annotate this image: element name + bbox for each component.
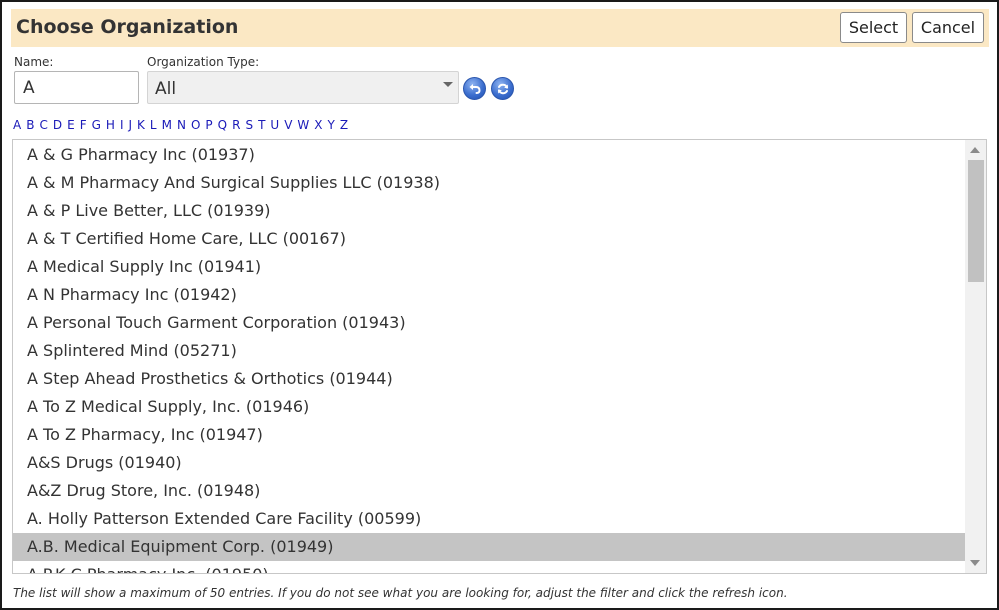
alphabet-link-e[interactable]: E	[67, 118, 75, 132]
name-label: Name:	[14, 55, 54, 69]
list-item[interactable]: A To Z Medical Supply, Inc. (01946)	[13, 393, 966, 421]
list-item[interactable]: A To Z Pharmacy, Inc (01947)	[13, 421, 966, 449]
alphabet-link-o[interactable]: O	[191, 118, 200, 132]
name-input[interactable]	[14, 71, 139, 104]
alphabet-filter: ABCDEFGHIJKLMNOPQRSTUVWXYZ	[13, 118, 353, 134]
alphabet-link-n[interactable]: N	[177, 118, 186, 132]
alphabet-link-f[interactable]: F	[80, 118, 87, 132]
alphabet-link-w[interactable]: W	[297, 118, 309, 132]
list-item[interactable]: A Splintered Mind (05271)	[13, 337, 966, 365]
alphabet-link-c[interactable]: C	[39, 118, 47, 132]
alphabet-link-x[interactable]: X	[314, 118, 322, 132]
alphabet-link-r[interactable]: R	[232, 118, 240, 132]
alphabet-link-j[interactable]: J	[128, 118, 132, 132]
organization-list-items: A & G Pharmacy Inc (01937) A & M Pharmacy…	[13, 141, 966, 573]
alphabet-link-q[interactable]: Q	[218, 118, 227, 132]
dialog-titlebar: Choose Organization Select Cancel	[11, 9, 989, 47]
list-item[interactable]: A & M Pharmacy And Surgical Supplies LLC…	[13, 169, 966, 197]
list-item[interactable]: A Personal Touch Garment Corporation (01…	[13, 309, 966, 337]
list-item[interactable]: A.P.K.C Pharmacy Inc. (01950)	[13, 561, 966, 573]
select-button[interactable]: Select	[840, 12, 907, 43]
list-item[interactable]: A Medical Supply Inc (01941)	[13, 253, 966, 281]
organization-type-select[interactable]: All	[147, 71, 459, 104]
list-item[interactable]: A&Z Drug Store, Inc. (01948)	[13, 477, 966, 505]
list-item[interactable]: A & T Certified Home Care, LLC (00167)	[13, 225, 966, 253]
alphabet-link-t[interactable]: T	[258, 118, 265, 132]
alphabet-link-y[interactable]: Y	[328, 118, 335, 132]
list-item[interactable]: A. Holly Patterson Extended Care Facilit…	[13, 505, 966, 533]
alphabet-link-h[interactable]: H	[106, 118, 115, 132]
alphabet-link-p[interactable]: P	[205, 118, 212, 132]
organization-type-label: Organization Type:	[147, 55, 260, 69]
scroll-down-arrow-icon[interactable]	[970, 560, 980, 566]
alphabet-link-a[interactable]: A	[13, 118, 21, 132]
list-item[interactable]: A Step Ahead Prosthetics & Orthotics (01…	[13, 365, 966, 393]
list-scrollbar[interactable]	[965, 140, 986, 573]
alphabet-link-k[interactable]: K	[137, 118, 145, 132]
list-item[interactable]: A & P Live Better, LLC (01939)	[13, 197, 966, 225]
alphabet-link-i[interactable]: I	[120, 118, 124, 132]
list-footnote: The list will show a maximum of 50 entri…	[13, 586, 788, 600]
list-item[interactable]: A & G Pharmacy Inc (01937)	[13, 141, 966, 169]
alphabet-link-m[interactable]: M	[162, 118, 172, 132]
cancel-button[interactable]: Cancel	[912, 12, 984, 43]
list-item[interactable]: A&S Drugs (01940)	[13, 449, 966, 477]
alphabet-link-v[interactable]: V	[284, 118, 292, 132]
alphabet-link-l[interactable]: L	[150, 118, 157, 132]
alphabet-link-b[interactable]: B	[26, 118, 34, 132]
organization-type-value: All	[155, 79, 177, 99]
organization-list[interactable]: A & G Pharmacy Inc (01937) A & M Pharmacy…	[12, 139, 987, 574]
refresh-icon[interactable]	[491, 77, 514, 100]
dialog-title: Choose Organization	[16, 16, 239, 38]
alphabet-link-g[interactable]: G	[92, 118, 101, 132]
scroll-up-arrow-icon[interactable]	[970, 147, 980, 153]
choose-organization-dialog: Choose Organization Select Cancel Name: …	[0, 0, 999, 610]
alphabet-link-u[interactable]: U	[270, 118, 279, 132]
list-item[interactable]: A.B. Medical Equipment Corp. (01949)	[13, 533, 966, 561]
alphabet-link-z[interactable]: Z	[340, 118, 348, 132]
alphabet-link-s[interactable]: S	[245, 118, 253, 132]
alphabet-link-d[interactable]: D	[53, 118, 62, 132]
undo-arrow-icon[interactable]	[463, 77, 486, 100]
list-item[interactable]: A N Pharmacy Inc (01942)	[13, 281, 966, 309]
scrollbar-thumb[interactable]	[968, 160, 984, 282]
chevron-down-icon	[443, 82, 453, 87]
